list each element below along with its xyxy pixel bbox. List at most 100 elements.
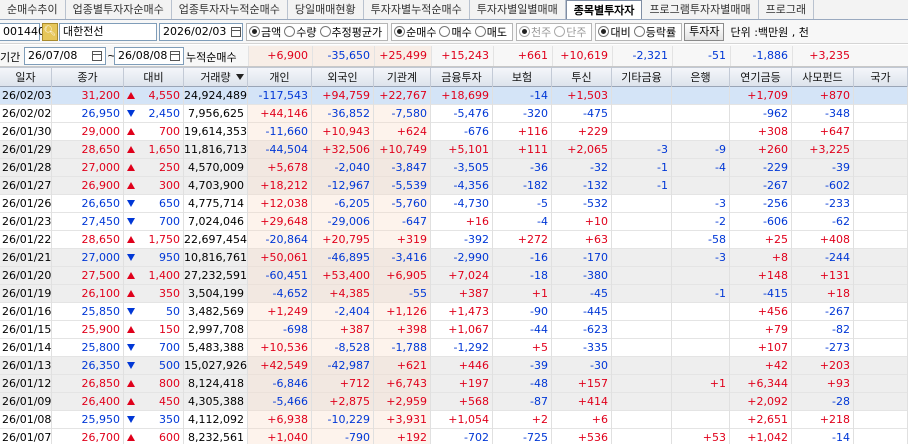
cell-close: 27,450	[52, 213, 124, 231]
column-header-bank[interactable]: 은행	[672, 68, 730, 87]
tab-1[interactable]: 업종별투자자순매수	[66, 0, 172, 19]
table-row[interactable]: 26/01/08 25,950 350 4,112,092 +6,938 -10,229 +…	[0, 411, 908, 429]
column-header-individual[interactable]: 개인	[248, 68, 312, 87]
radio-button-icon[interactable]	[284, 26, 296, 37]
cell-foreign: +712	[312, 375, 374, 393]
stock-name-field[interactable]: 대한전선	[59, 22, 157, 41]
table-row[interactable]: 26/02/02 26,950 2,450 7,956,625 +44,146 -36,8…	[0, 105, 908, 123]
calendar-icon[interactable]	[92, 51, 102, 61]
period-row: 기간 26/07/08 ~ 26/08/08 누적순매수 +6,900 -35,6…	[0, 45, 908, 67]
table-row[interactable]: 26/01/27 26,900 300 4,703,900 +18,212 -12,967…	[0, 177, 908, 195]
table-row[interactable]: 26/01/09 26,400 450 4,305,388 -5,466 +2,875 +2…	[0, 393, 908, 411]
table-row[interactable]: 26/01/13 26,350 500 15,027,926 +42,549 -42,98…	[0, 357, 908, 375]
cell-institution: -7,580	[374, 105, 431, 123]
cell-insurance: -39	[493, 357, 552, 375]
amount-radio-1[interactable]: 수량	[284, 24, 317, 40]
compare-radio-1[interactable]: 등락률	[633, 24, 676, 40]
cell-close: 25,800	[52, 339, 124, 357]
search-icon[interactable]: 🔍︎	[42, 22, 58, 41]
radio-button-icon[interactable]	[439, 26, 451, 37]
column-header-financial[interactable]: 금융투자	[431, 68, 493, 87]
column-header-volume[interactable]: 거래량	[184, 68, 248, 87]
total-private-fund: +3,235	[792, 46, 854, 66]
tab-7[interactable]: 프로그램투자자별매매	[642, 0, 759, 19]
investor-grid[interactable]: 26/02/03 31,200 4,550 24,924,489 -117,543 +94…	[0, 87, 908, 444]
table-row[interactable]: 26/01/28 27,000 250 4,570,009 +5,678 -2,040 -3…	[0, 159, 908, 177]
tab-4[interactable]: 투자자별누적순매수	[364, 0, 470, 19]
radio-button-icon[interactable]	[554, 26, 566, 37]
column-header-institution[interactable]: 기관계	[374, 68, 431, 87]
column-header-label: 보험	[511, 71, 533, 84]
period-start-input[interactable]: 26/07/08	[24, 47, 106, 65]
cell-financial: -1,292	[431, 339, 493, 357]
cell-financial: -4,356	[431, 177, 493, 195]
trade-radio-1[interactable]: 매수	[439, 24, 472, 40]
table-row[interactable]: 26/01/12 26,850 800 8,124,418 -6,846 +712 +6,7…	[0, 375, 908, 393]
table-row[interactable]: 26/01/19 26,100 350 3,504,199 -4,652 +4,385 -5…	[0, 285, 908, 303]
table-row[interactable]: 26/01/30 29,000 700 19,614,353 -11,660 +10,94…	[0, 123, 908, 141]
trade-radio-0[interactable]: 순매수	[394, 24, 436, 40]
unit-radio-1[interactable]: 단주	[554, 24, 586, 40]
cell-bank: -4	[672, 159, 730, 177]
tab-0[interactable]: 순매수추이	[0, 0, 66, 19]
cell-pension: -267	[730, 177, 792, 195]
table-row[interactable]: 26/02/03 31,200 4,550 24,924,489 -117,543 +94…	[0, 87, 908, 105]
tab-8[interactable]: 프로그래	[759, 0, 815, 19]
amount-radio-0[interactable]: 금액	[249, 24, 281, 40]
tab-5[interactable]: 투자자별일별매매	[470, 0, 566, 19]
compare-radio-0[interactable]: 대비	[598, 24, 631, 40]
table-row[interactable]: 26/01/20 27,500 1,400 27,232,591 -60,451 +53,…	[0, 267, 908, 285]
triangle-up-icon	[127, 272, 135, 279]
triangle-down-icon	[127, 344, 135, 351]
column-header-trust[interactable]: 투신	[552, 68, 612, 87]
column-header-change[interactable]: 대비	[124, 68, 184, 87]
cell-bank: -2	[672, 213, 730, 231]
amount-radio-2[interactable]: 추정평균가	[319, 24, 382, 40]
tab-6[interactable]: 종목별투자자	[565, 0, 643, 19]
table-row[interactable]: 26/01/29 28,650 1,650 11,816,713 -44,504 +32,…	[0, 141, 908, 159]
column-header-foreign[interactable]: 외국인	[312, 68, 374, 87]
radio-button-icon[interactable]	[249, 26, 260, 37]
column-header-other-fin[interactable]: 기타금융	[612, 68, 672, 87]
tab-3[interactable]: 당일매매현황	[288, 0, 364, 19]
table-row[interactable]: 26/01/23 27,450 700 7,024,046 +29,648 -29,006…	[0, 213, 908, 231]
column-header-pension[interactable]: 연기금등	[730, 68, 792, 87]
radio-button-icon[interactable]	[394, 26, 406, 37]
cell-bank	[672, 411, 730, 429]
cell-pension: +456	[730, 303, 792, 321]
cell-bank	[672, 357, 730, 375]
stock-code-input[interactable]: 001440	[0, 22, 45, 41]
calendar-icon[interactable]	[231, 26, 241, 37]
table-row[interactable]: 26/01/07 26,700 600 8,232,561 +1,040 -790 +192…	[0, 429, 908, 444]
change-value: 250	[159, 161, 180, 174]
column-header-private-fund[interactable]: 사모펀드	[792, 68, 854, 87]
sort-down-icon[interactable]	[236, 74, 244, 80]
cell-trust: +229	[552, 123, 612, 141]
radio-button-icon[interactable]	[474, 26, 486, 37]
cell-foreign: -10,229	[312, 411, 374, 429]
table-row[interactable]: 26/01/26 26,650 650 4,775,714 +12,038 -6,205-…	[0, 195, 908, 213]
radio-label: 대비	[610, 25, 631, 39]
radio-button-icon[interactable]	[633, 26, 645, 37]
column-header-date[interactable]: 일자	[0, 68, 52, 87]
period-end-input[interactable]: 26/08/08	[114, 47, 184, 65]
column-header-close[interactable]: 종가	[52, 68, 124, 87]
table-row[interactable]: 26/01/21 27,000 950 10,816,761 +50,061 -46,89…	[0, 249, 908, 267]
cell-bank: -3	[672, 195, 730, 213]
radio-button-icon[interactable]	[319, 26, 331, 37]
column-header-insurance[interactable]: 보험	[493, 68, 552, 87]
column-header-nation[interactable]: 국가	[854, 68, 908, 87]
trade-radio-2[interactable]: 매도	[474, 24, 507, 40]
radio-button-icon[interactable]	[598, 26, 610, 37]
investor-button[interactable]: 투자자	[684, 22, 725, 41]
table-row[interactable]: 26/01/15 25,900 150 2,997,708 -698 +387 +398 +1…	[0, 321, 908, 339]
table-row[interactable]: 26/01/14 25,800 700 5,483,388 +10,536 -8,528-…	[0, 339, 908, 357]
table-row[interactable]: 26/01/22 28,650 1,750 22,697,454 -20,864 +20,…	[0, 231, 908, 249]
cell-volume: 7,024,046	[184, 213, 248, 231]
radio-button-icon[interactable]	[518, 26, 530, 37]
unit-radio-0[interactable]: 천주	[518, 24, 551, 40]
calendar-icon[interactable]	[170, 51, 180, 61]
tab-2[interactable]: 업종투자자누적순매수	[172, 0, 288, 19]
table-row[interactable]: 26/01/16 25,850 50 3,482,569 +1,249 -2,404 +1,…	[0, 303, 908, 321]
date-input[interactable]: 2026/02/03	[159, 22, 243, 41]
